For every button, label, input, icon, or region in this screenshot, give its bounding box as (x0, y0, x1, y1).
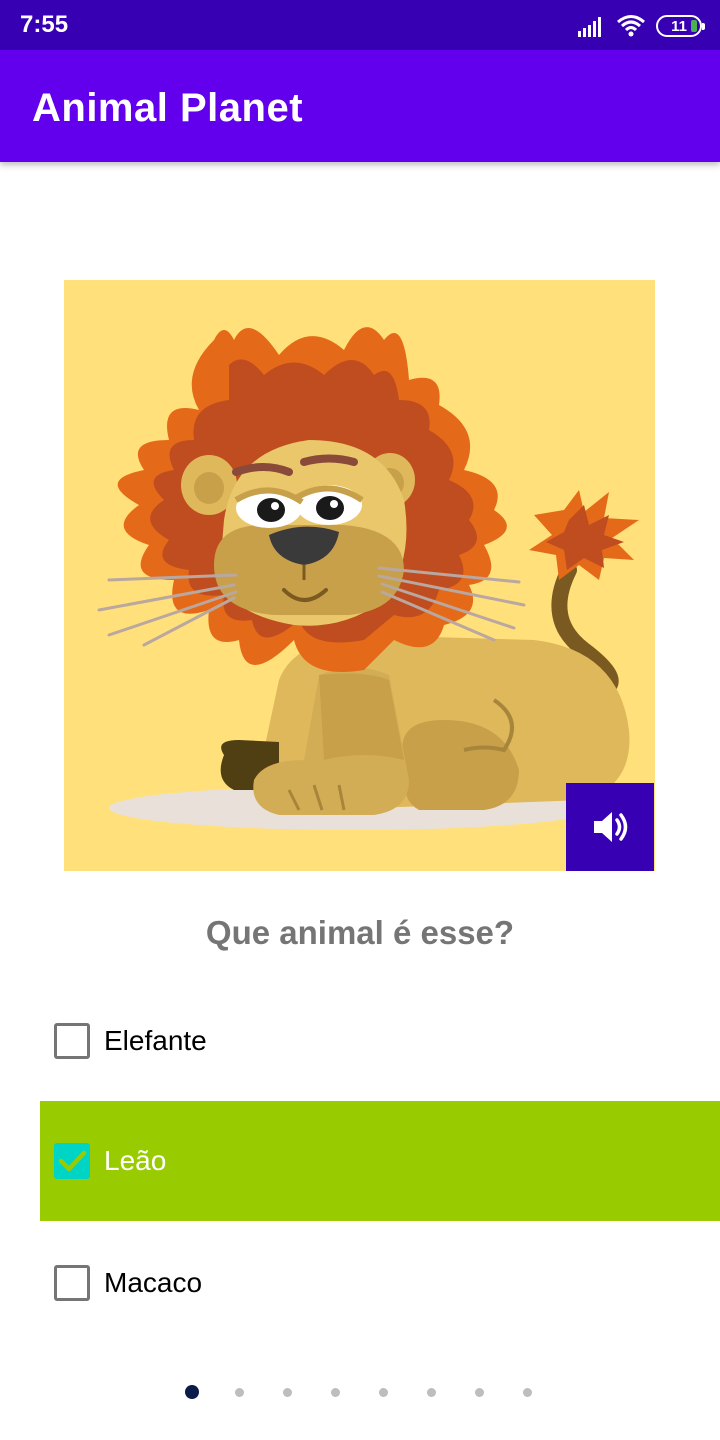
page-dot[interactable] (379, 1388, 388, 1397)
battery-icon: 11 (656, 15, 705, 37)
signal-icon (578, 17, 601, 37)
option-label: Elefante (104, 1025, 207, 1056)
play-sound-button[interactable] (566, 783, 654, 871)
page-dot[interactable] (283, 1388, 292, 1397)
volume-icon (594, 812, 628, 842)
page-dot[interactable] (523, 1388, 532, 1397)
app-bar: Animal Planet (0, 50, 720, 162)
battery-level: 11 (671, 17, 687, 35)
app-title: Animal Planet (32, 86, 304, 130)
status-bar: 7:55 11 (0, 0, 720, 50)
option-checkbox[interactable] (54, 1265, 90, 1301)
page-dot[interactable] (235, 1388, 244, 1397)
question-text: Que animal é esse? (205, 914, 515, 951)
option-checkbox[interactable] (54, 1143, 90, 1179)
option-checkbox[interactable] (54, 1023, 90, 1059)
option-macaco[interactable]: Macaco (40, 1223, 720, 1343)
option-label: Macaco (104, 1267, 203, 1298)
page-indicator (0, 1384, 720, 1400)
page-dot[interactable] (331, 1388, 340, 1397)
option-leao[interactable]: Leão (40, 1101, 720, 1221)
status-time: 7:55 (20, 11, 69, 38)
page-dot[interactable] (475, 1388, 484, 1397)
page-dot[interactable] (427, 1388, 436, 1397)
status-icons: 11 (578, 12, 705, 40)
wifi-icon (617, 15, 645, 37)
option-elefante[interactable]: Elefante (40, 981, 720, 1101)
check-icon (58, 1150, 87, 1172)
page-dot-active[interactable] (185, 1385, 199, 1399)
option-label: Leão (104, 1145, 167, 1176)
